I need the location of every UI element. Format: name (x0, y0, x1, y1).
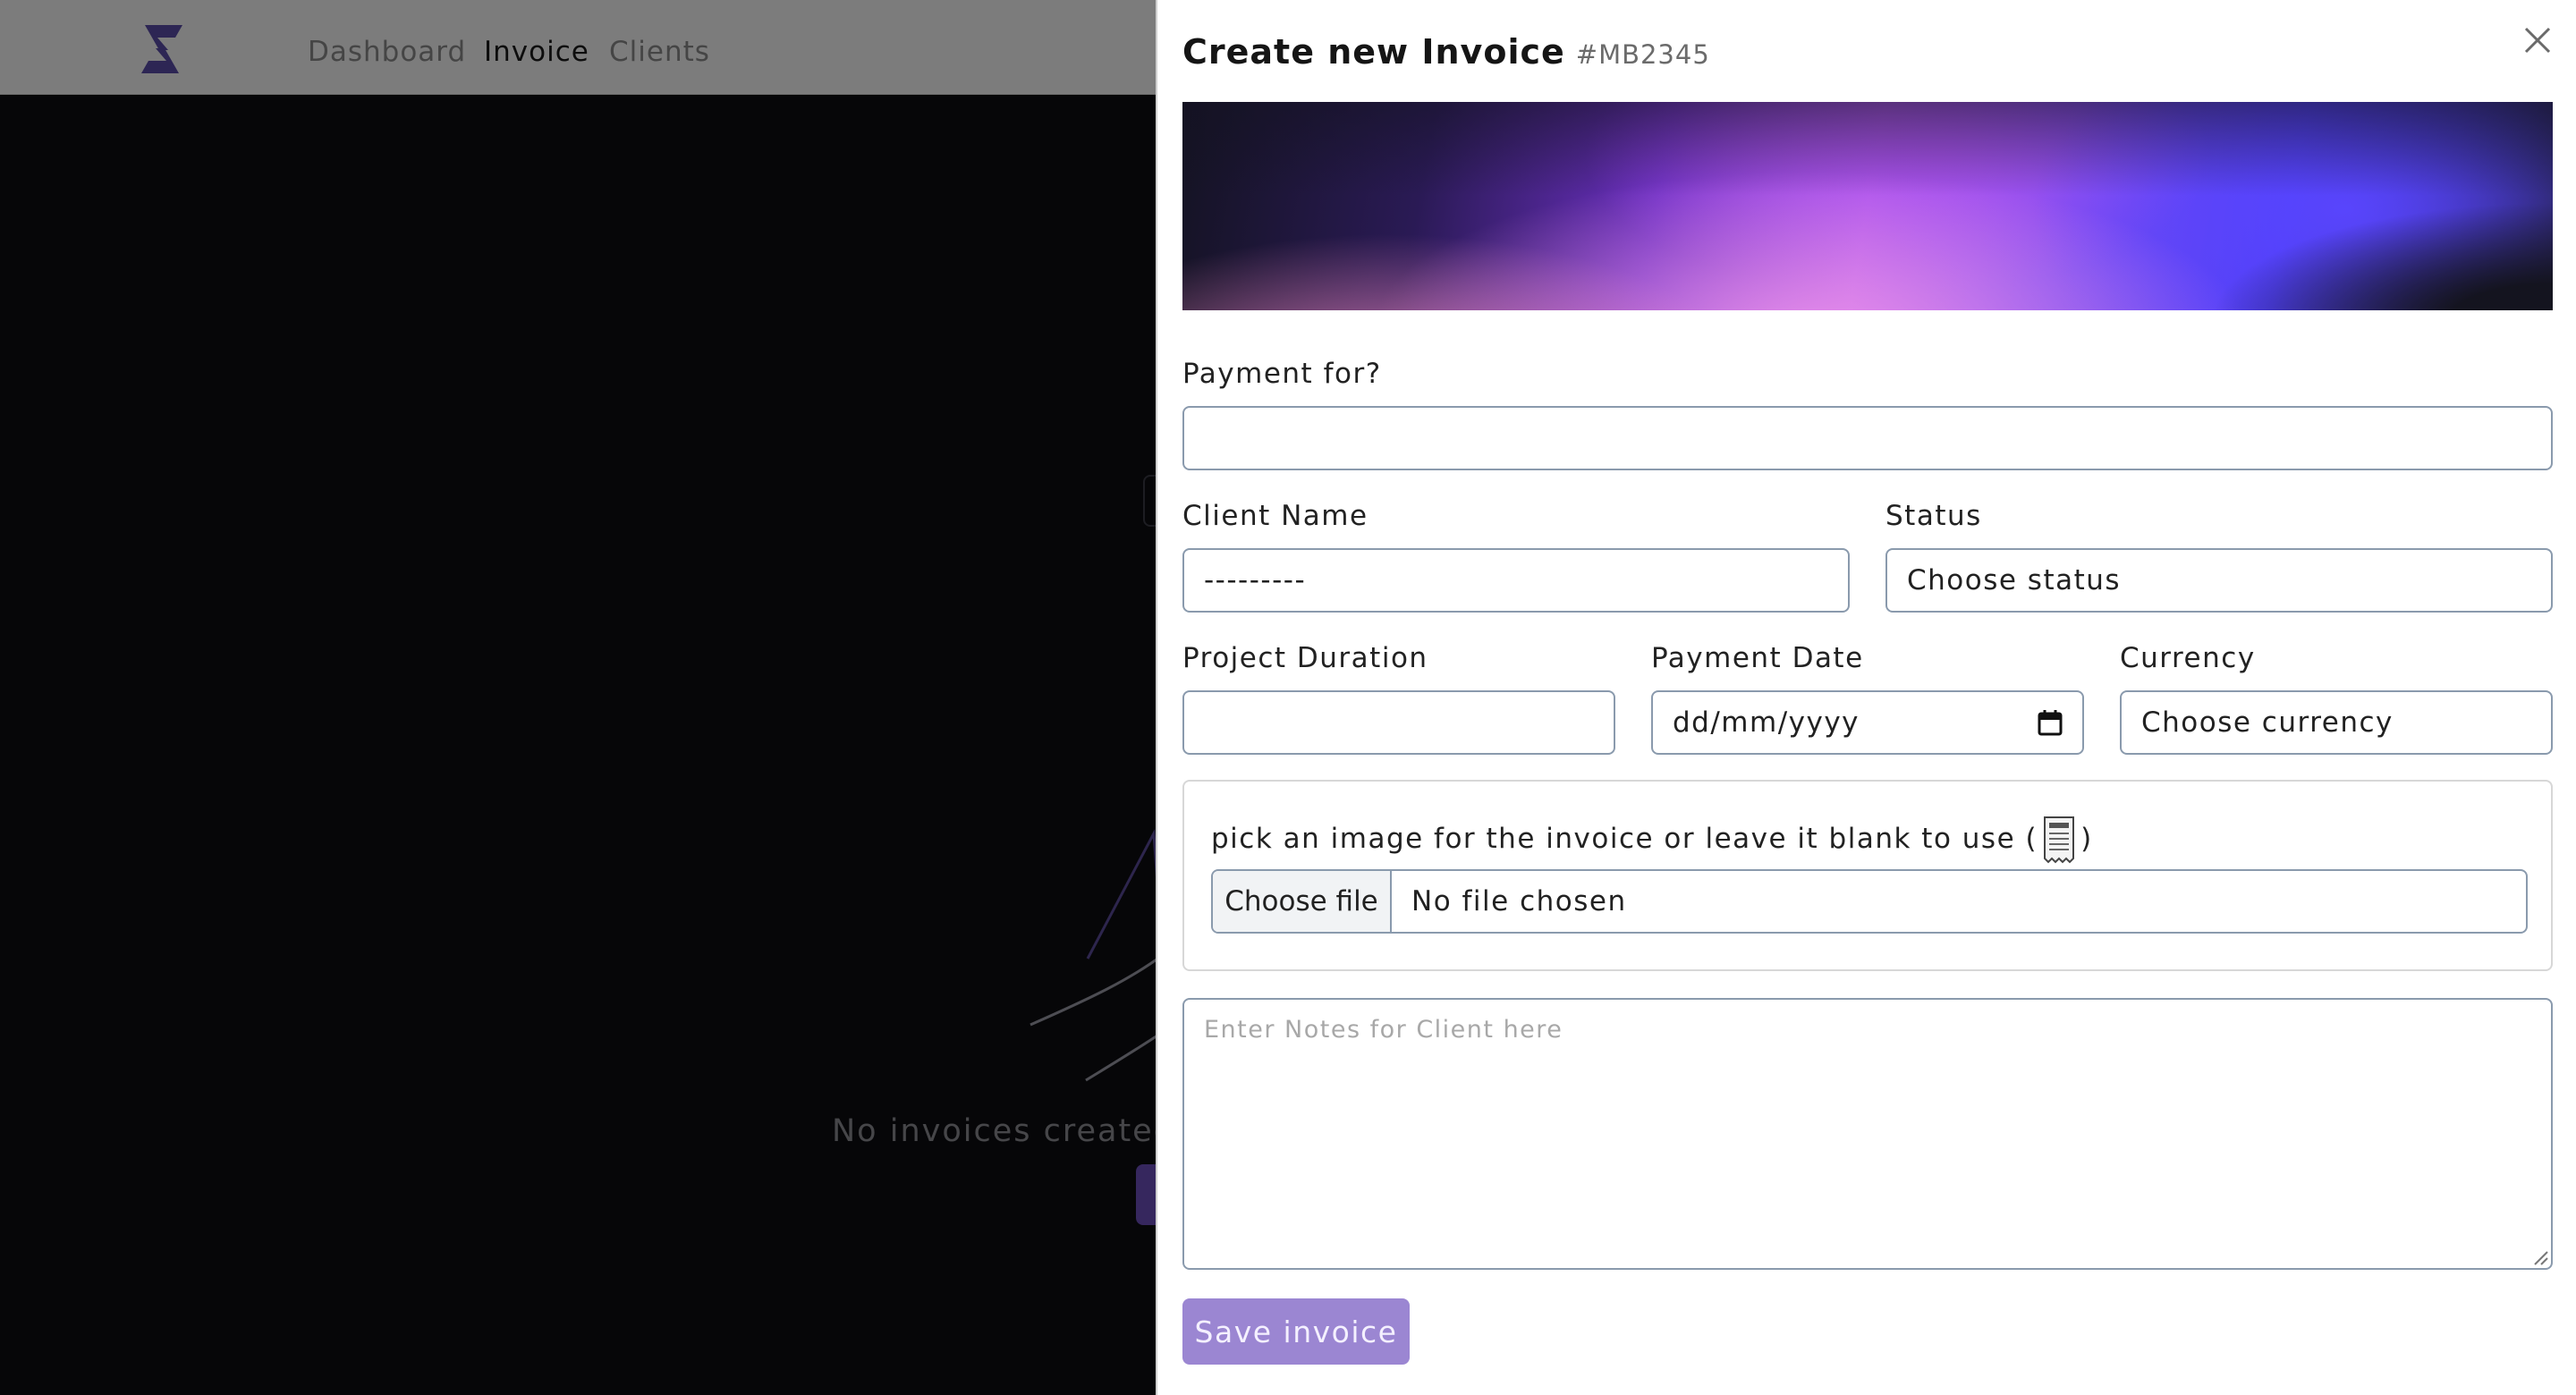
create-invoice-panel: Create new Invoice #MB2345 Payment for? … (1156, 0, 2576, 1395)
invoice-banner-image (1182, 102, 2553, 310)
file-input[interactable]: Choose file No file chosen (1211, 869, 2528, 934)
project-duration-input[interactable] (1204, 706, 1594, 739)
status-label: Status (1885, 500, 1982, 532)
status-value: Choose status (1907, 564, 2122, 596)
choose-file-button[interactable]: Choose file (1213, 871, 1392, 932)
currency-label: Currency (2120, 642, 2256, 674)
close-icon (2524, 27, 2551, 54)
image-picker-text-end: ) (2080, 823, 2093, 855)
image-picker-label: pick an image for the invoice or leave i… (1211, 814, 2093, 864)
receipt-icon (2044, 816, 2075, 864)
status-select[interactable]: Choose status (1885, 548, 2553, 613)
notes-textarea[interactable]: Enter Notes for Client here (1182, 998, 2553, 1270)
panel-title: Create new Invoice (1182, 32, 1565, 72)
project-duration-label: Project Duration (1182, 642, 1428, 674)
payment-for-field[interactable] (1182, 406, 2553, 470)
banner-corner-shade (2213, 203, 2553, 310)
project-duration-field[interactable] (1182, 690, 1615, 755)
file-name-text: No file chosen (1411, 885, 1627, 917)
client-name-label: Client Name (1182, 500, 1368, 532)
save-invoice-button[interactable]: Save invoice (1182, 1298, 1410, 1365)
payment-date-field[interactable]: dd/mm/yyyy (1651, 690, 2084, 755)
close-button[interactable] (2519, 21, 2556, 59)
notes-placeholder: Enter Notes for Client here (1204, 1016, 1563, 1044)
payment-for-label: Payment for? (1182, 358, 1382, 390)
payment-for-input[interactable] (1204, 422, 2531, 454)
resize-grip-icon[interactable] (2531, 1248, 2549, 1266)
image-picker-box: pick an image for the invoice or leave i… (1182, 780, 2553, 971)
currency-select[interactable]: Choose currency (2120, 690, 2553, 755)
currency-value: Choose currency (2141, 706, 2394, 739)
client-name-select[interactable]: --------- (1182, 548, 1850, 613)
panel-header: Create new Invoice #MB2345 (1182, 32, 1710, 72)
image-picker-text: pick an image for the invoice or leave i… (1211, 823, 2038, 855)
invoice-code: #MB2345 (1575, 39, 1710, 70)
calendar-icon[interactable] (2038, 709, 2063, 736)
payment-date-placeholder: dd/mm/yyyy (1673, 706, 1860, 739)
client-name-value: --------- (1204, 564, 1307, 596)
payment-date-label: Payment Date (1651, 642, 1864, 674)
